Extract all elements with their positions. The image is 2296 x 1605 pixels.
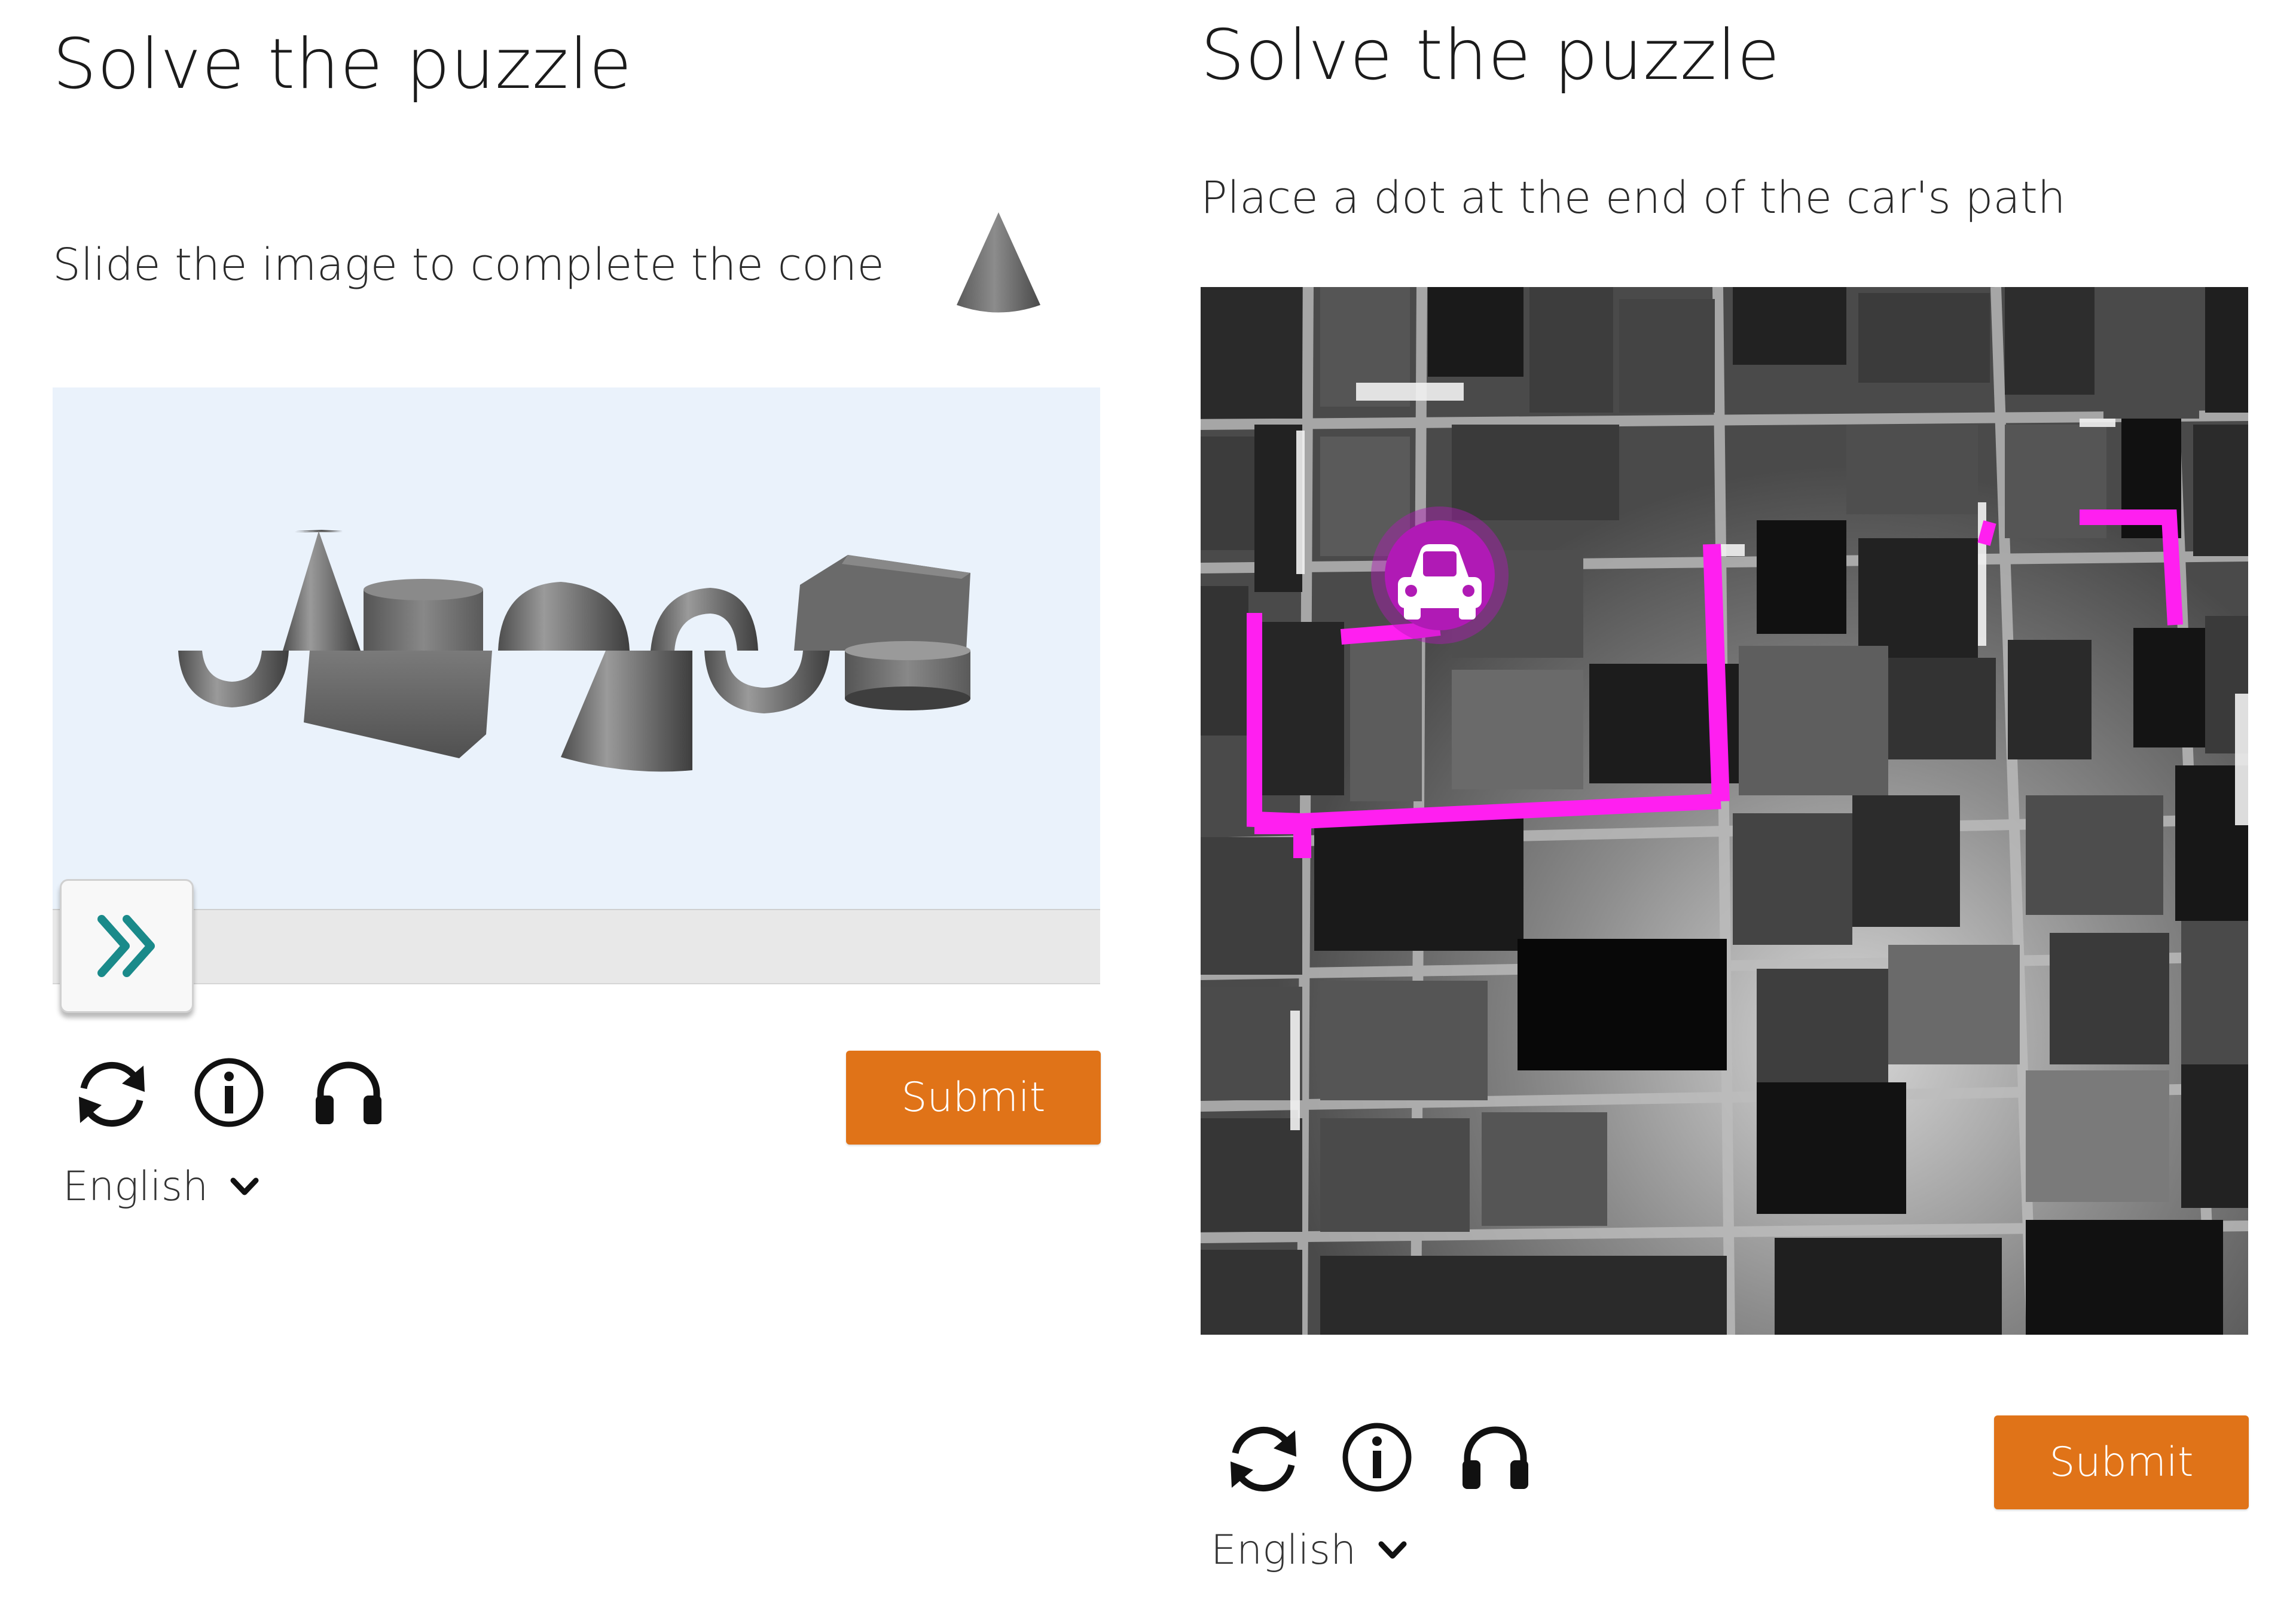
- info-icon[interactable]: [1338, 1418, 1416, 1496]
- refresh-icon[interactable]: [1219, 1417, 1308, 1501]
- car-path-canvas[interactable]: [1201, 287, 2248, 1335]
- submit-button[interactable]: Submit: [1994, 1415, 2249, 1509]
- city-blocks-image: [1201, 287, 2248, 1335]
- slider-handle[interactable]: [60, 879, 194, 1013]
- refresh-icon[interactable]: [67, 1052, 157, 1136]
- language-selector[interactable]: English: [1211, 1527, 1407, 1574]
- info-icon[interactable]: [190, 1054, 268, 1131]
- audio-headphones-icon[interactable]: [1457, 1417, 1534, 1495]
- chevron-down-icon: [1378, 1541, 1407, 1558]
- puzzle-image-canvas: [53, 387, 1100, 909]
- right-puzzle-instruction: Place a dot at the end of the car's path: [1201, 172, 2066, 224]
- slider-track[interactable]: [53, 909, 1100, 984]
- chevron-down-icon: [230, 1177, 259, 1195]
- left-puzzle-title: Solve the puzzle: [53, 24, 633, 105]
- submit-button[interactable]: Submit: [846, 1051, 1101, 1145]
- shapes-image: [178, 530, 970, 772]
- double-chevron-right-icon: [97, 915, 155, 977]
- language-selector[interactable]: English: [63, 1163, 259, 1210]
- audio-headphones-icon[interactable]: [310, 1052, 387, 1130]
- language-label: English: [1211, 1527, 1357, 1574]
- language-label: English: [63, 1163, 209, 1210]
- right-puzzle-title: Solve the puzzle: [1201, 15, 1781, 96]
- car-icon: [1371, 506, 1509, 644]
- cone-icon: [957, 212, 1040, 313]
- left-puzzle-instruction: Slide the image to complete the cone: [53, 239, 884, 291]
